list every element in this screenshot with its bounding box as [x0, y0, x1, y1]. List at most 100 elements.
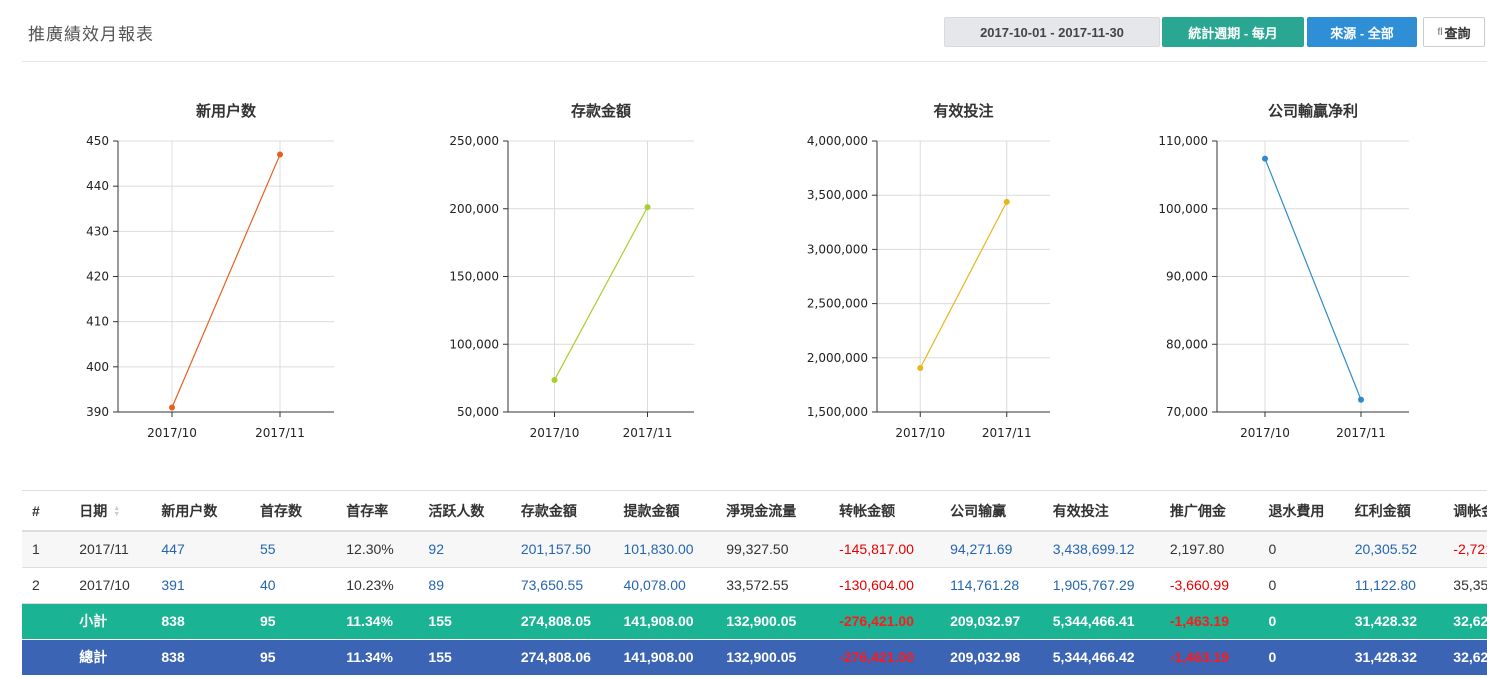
column-header[interactable]: 日期 ▲ ▼ — [69, 491, 152, 532]
table-cell[interactable]: 40,078.00 — [614, 567, 717, 603]
y-tick-label: 100,000 — [449, 337, 499, 351]
column-header-label: 新用户数 — [161, 502, 218, 519]
table-cell: -130,604.00 — [839, 577, 914, 593]
column-header[interactable]: 推广佣金 — [1159, 491, 1259, 532]
table-cell[interactable]: 20,305.52 — [1345, 531, 1444, 567]
total-row: 總計 838 95 11.34% 155 274,808.06 141,908.00 132,… — [22, 639, 1487, 676]
table-cell: 31,428.32 — [1344, 603, 1444, 640]
chart-company-profit: 公司輸贏净利 110,000 100,000 90,000 80,000 70,000 20… — [1080, 90, 1440, 460]
series-line — [171, 154, 281, 408]
table-cell: 274,808.05 — [510, 603, 614, 640]
table-cell: 155 — [418, 603, 511, 640]
table-cell: 5,344,466.41 — [1042, 603, 1160, 640]
table-cell: -1,463.19 — [1159, 603, 1259, 640]
table-cell[interactable]: 73,650.55 — [511, 567, 614, 603]
chart-title: 新用户数 — [196, 102, 257, 120]
table-header-row: # 日期 ▲ ▼ 新用户数 首存数 首存率 活跃人数 存款金額 提款金額 淨現金流量 转帐金额 公司输赢… — [22, 491, 1487, 532]
y-tick-label: 200,000 — [449, 202, 499, 216]
table-cell: 11.34% — [336, 603, 419, 640]
chart-deposit-amount: 存款金額 250,000 200,000 150,000 100,000 50,000 20… — [360, 90, 720, 460]
table-cell[interactable]: 101,830.00 — [614, 531, 717, 567]
table-cell: 11.34% — [336, 639, 419, 676]
table-cell[interactable]: 447 — [151, 531, 250, 567]
column-header-label: 首存率 — [346, 502, 389, 519]
table-cell[interactable]: 11,122.80 — [1345, 567, 1444, 603]
column-header[interactable]: 首存数 — [249, 491, 337, 532]
y-tick-label: 1,500,000 — [807, 405, 868, 419]
table-cell: 141,908.00 — [613, 639, 717, 676]
table-cell[interactable]: 55 — [250, 531, 336, 567]
table-cell[interactable]: 3,438,699.12 — [1043, 531, 1160, 567]
column-header[interactable]: 提款金額 — [613, 491, 717, 532]
column-header-label: 调帐金 — [1453, 502, 1487, 519]
column-header-label: # — [32, 502, 40, 519]
column-header-label: 有效投注 — [1052, 502, 1109, 519]
column-header[interactable]: 公司输赢 — [940, 491, 1043, 532]
column-header[interactable]: 首存率 — [336, 491, 419, 532]
table-cell — [22, 603, 70, 640]
table-cell: 總計 — [69, 639, 152, 676]
table-row: 1 2017/11 447 55 12.30% 92 201,157.50 101,830.0… — [22, 531, 1487, 567]
table-cell: 32,628 — [1443, 603, 1487, 640]
column-header[interactable]: 转帐金额 — [829, 491, 941, 532]
column-header[interactable]: 活跃人数 — [418, 491, 511, 532]
table-cell: 274,808.06 — [510, 639, 614, 676]
table-cell: 2017/11 — [79, 541, 129, 558]
table-cell[interactable]: 391 — [151, 567, 250, 603]
table-row: 2 2017/10 391 40 10.23% 89 73,650.55 40,078.00 3… — [22, 567, 1487, 603]
column-header-label: 红利金額 — [1354, 502, 1411, 519]
column-header[interactable]: # — [22, 491, 70, 532]
column-header[interactable]: 存款金額 — [510, 491, 614, 532]
report-table: # 日期 ▲ ▼ 新用户数 首存数 首存率 活跃人数 存款金額 提款金額 淨現金流量 转帐金额 公司输赢… — [22, 491, 1487, 676]
period-button[interactable]: 統計週期 - 每月 — [1162, 17, 1304, 47]
table-cell[interactable]: 201,157.50 — [511, 531, 614, 567]
column-header-label: 提款金額 — [623, 502, 680, 519]
column-header-label: 转帐金额 — [839, 502, 896, 519]
page-header: 推廣績效月報表 2017-10-01 - 2017-11-30 統計週期 - 每… — [22, 0, 1487, 62]
table-cell: 35,350.5 — [1453, 577, 1487, 593]
table-cell[interactable]: 89 — [418, 567, 510, 603]
x-tick-label: 2017/11 — [1336, 426, 1386, 440]
y-tick-label: 150,000 — [449, 270, 499, 284]
table-cell[interactable]: 114,761.28 — [940, 567, 1043, 603]
column-header[interactable]: 有效投注 — [1042, 491, 1160, 532]
table-cell: 10.23% — [346, 577, 394, 593]
report-table-container: # 日期 ▲ ▼ 新用户数 首存数 首存率 活跃人数 存款金額 提款金額 淨現金流量 转帐金额 公司输赢… — [22, 490, 1487, 678]
sort-icon[interactable]: ▲ ▼ — [113, 505, 120, 518]
table-cell: -276,421.00 — [829, 639, 941, 676]
y-tick-label: 410 — [86, 315, 109, 329]
table-cell[interactable]: 94,271.69 — [940, 531, 1043, 567]
y-tick-label: 430 — [86, 224, 109, 238]
table-cell[interactable]: 92 — [418, 531, 510, 567]
table-cell[interactable]: 1,905,767.29 — [1043, 567, 1160, 603]
column-header[interactable]: 红利金額 — [1344, 491, 1444, 532]
y-tick-label: 2,500,000 — [807, 297, 868, 311]
table-cell: 2,197.80 — [1169, 541, 1225, 558]
column-header[interactable]: 调帐金 — [1443, 491, 1487, 532]
table-cell: 838 — [151, 603, 250, 640]
data-point — [1358, 396, 1364, 403]
chart-new-users-svg: 新用户数 450 440 430 420 410 400 390 2017/10 2017/11 — [86, 102, 334, 440]
y-tick-label: 100,000 — [1158, 202, 1208, 216]
table-cell: -2,721.5 — [1453, 541, 1487, 558]
query-button[interactable]: fl 查詢 — [1423, 17, 1485, 47]
table-cell[interactable]: 40 — [250, 567, 336, 603]
chart-new-users: 新用户数 450 440 430 420 410 400 390 2017/10 2017/11 — [0, 90, 360, 460]
x-tick-label: 2017/11 — [255, 426, 305, 440]
table-cell: 95 — [249, 603, 337, 640]
source-button[interactable]: 來源 - 全部 — [1307, 17, 1417, 47]
date-range-button[interactable]: 2017-10-01 - 2017-11-30 — [944, 17, 1160, 47]
column-header-label: 淨現金流量 — [726, 502, 797, 519]
column-header[interactable]: 退水費用 — [1258, 491, 1345, 532]
table-cell: 33,572.55 — [726, 577, 789, 593]
data-point — [169, 404, 175, 411]
column-header[interactable]: 淨現金流量 — [716, 491, 830, 532]
table-cell: -1,463.19 — [1159, 639, 1259, 676]
column-header[interactable]: 新用户数 — [151, 491, 250, 532]
page-title: 推廣績效月報表 — [28, 25, 154, 44]
y-tick-label: 3,000,000 — [807, 242, 868, 256]
y-tick-label: 250,000 — [449, 134, 499, 148]
table-cell — [22, 639, 70, 676]
column-header-label: 日期 — [79, 502, 108, 519]
chart-title: 有效投注 — [933, 102, 993, 120]
